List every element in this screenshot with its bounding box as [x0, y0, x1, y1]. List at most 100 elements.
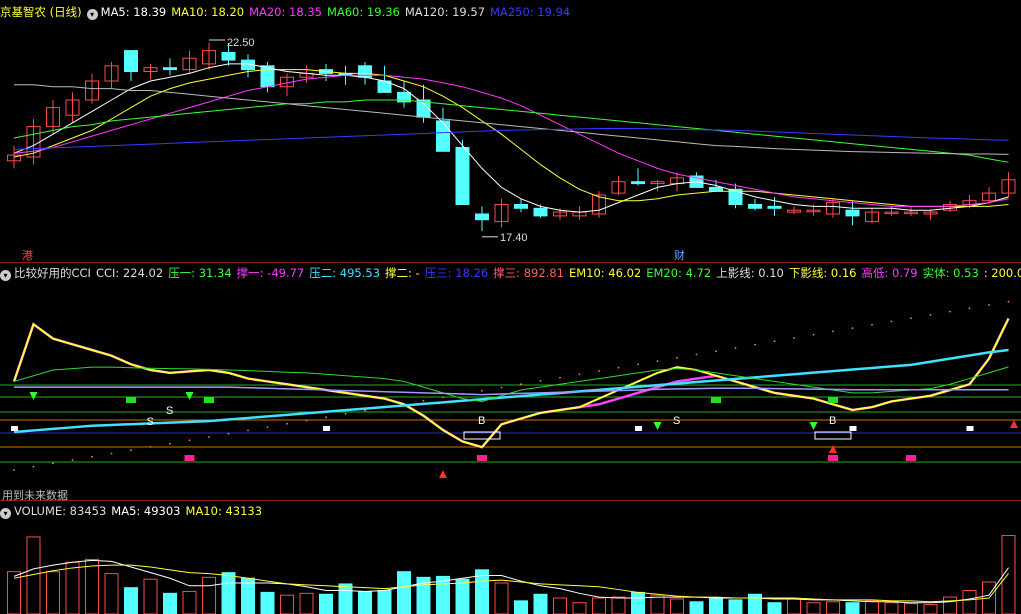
volume-bar-up: [884, 602, 899, 614]
cci-dot: [52, 462, 54, 465]
indicator-label: 撑二: -: [385, 266, 420, 280]
indicator-label: 撑一: -49.77: [236, 266, 305, 280]
volume-bar-down: [533, 593, 548, 614]
volume-bar-down: [631, 591, 645, 614]
sell-signal-block: [204, 397, 214, 403]
volume-bar-down: [845, 602, 860, 614]
volume-bar-up: [143, 578, 158, 614]
cci-dot: [422, 399, 425, 402]
indicator-label: 压三: 18.26: [424, 266, 489, 280]
volume-bar-up: [806, 602, 821, 614]
volume-bar-up: [182, 590, 197, 614]
cci-line-band: [14, 386, 1009, 396]
volume-bar-up: [787, 598, 801, 614]
cci-dot: [71, 459, 74, 461]
volume-bar-up: [923, 604, 938, 614]
volume-bar-down: [241, 577, 255, 614]
cci-dot: [539, 380, 542, 382]
cci-dot: [91, 455, 93, 458]
volume-bar-up: [943, 596, 957, 614]
cci-dot: [754, 343, 756, 346]
cci-dot: [325, 416, 327, 419]
candle-down: [475, 213, 489, 221]
sell-signal-block: [126, 397, 136, 403]
cci-legend: ▾ 比较好用的CCI CCI: 224.02 压一: 31.34 撑一: -49.77 压…: [0, 265, 1021, 281]
volume-bar-down: [221, 572, 236, 614]
cci-dot: [656, 360, 659, 362]
settings-toggle-icon[interactable]: ▾: [0, 270, 11, 281]
stock-title[interactable]: 京基智农 (日线): [0, 5, 82, 19]
low-price-label: 17.40: [500, 232, 528, 244]
indicator-label: MA20: 18.35: [249, 5, 322, 19]
buy-label: B: [478, 415, 485, 427]
cci-dot: [149, 446, 152, 448]
signal-dot: [635, 426, 642, 431]
volume-bar-down: [260, 591, 275, 614]
settings-toggle-icon[interactable]: ▾: [0, 508, 11, 519]
earnings-marker: 财: [674, 248, 685, 262]
volume-bar-up: [202, 576, 216, 614]
volume-bar-up: [553, 597, 567, 614]
volume-legend: ▾ VOLUME: 83453 MA5: 49303 MA10: 43133: [0, 503, 272, 519]
down-arrow-icon: [653, 422, 662, 430]
volume-bar-down: [728, 599, 743, 614]
cci-dot: [32, 465, 35, 468]
cci-line-signal: [13, 318, 1010, 449]
volume-bar-down: [767, 602, 782, 614]
indicator-label: MA250: 19.94: [490, 5, 571, 19]
volume-bar-up: [592, 597, 606, 614]
indicator-label: 高低: 0.79: [861, 266, 918, 280]
volume-bar-down: [358, 590, 372, 614]
chart-stage: 22.5017.40港财 SSB S B: [0, 37, 1021, 614]
volume-bar-down: [514, 600, 528, 614]
cci-panel[interactable]: SSB S B: [0, 300, 1021, 478]
volume-bar-up: [104, 573, 119, 614]
indicator-label: 实体: 0.53: [922, 266, 979, 280]
indicator-label: 压二: 495.53: [309, 266, 381, 280]
ma-line-ma60: [13, 99, 1009, 163]
settings-toggle-icon[interactable]: ▾: [86, 9, 98, 20]
signal-dot: [966, 426, 974, 431]
cci-dot: [1007, 300, 1010, 303]
cci-dot: [598, 370, 600, 372]
cci-dot: [910, 317, 912, 320]
volume-panel[interactable]: [7, 535, 1016, 614]
volume-bar-up: [494, 582, 509, 614]
indicator-label: 撑三: 892.81: [493, 266, 564, 280]
up-arrow-icon: [439, 470, 447, 478]
signal-dot: [11, 426, 18, 431]
cci-dot: [110, 452, 113, 455]
candle-down: [514, 204, 528, 209]
volume-bar-up: [85, 558, 99, 614]
panel-separator: [0, 262, 1021, 263]
cci-dot: [520, 383, 522, 386]
cci-dot: [169, 442, 171, 445]
ma-line-ma250: [13, 128, 1009, 150]
cci-dot: [247, 429, 249, 432]
cci-dot: [13, 469, 15, 471]
cci-dot: [559, 376, 561, 379]
indicator-label: MA120: 19.57: [404, 5, 486, 19]
sell-signal-block: [828, 397, 838, 403]
cci-dot: [773, 340, 776, 343]
candle-down: [163, 67, 177, 71]
indicator-label: MA60: 19.36: [326, 5, 400, 19]
cci-dot: [188, 439, 191, 442]
volume-bar-up: [865, 600, 879, 614]
candle-down: [631, 181, 645, 185]
indicator-label: MA5: 49303: [111, 504, 181, 518]
down-arrow-icon: [809, 422, 818, 430]
volume-bar-down: [709, 597, 723, 614]
signal-dot: [323, 426, 330, 431]
cci-dot: [871, 323, 873, 326]
price-panel[interactable]: 22.50 17.40 港 财: [7, 37, 1016, 262]
cci-dot: [130, 449, 132, 452]
volume-bar-down: [319, 593, 333, 614]
indicator-label: MA5: 18.39: [100, 5, 167, 19]
cci-dot: [715, 350, 717, 353]
candle-down: [221, 52, 236, 61]
sell-label: S: [147, 416, 154, 428]
candle-down: [124, 50, 138, 72]
cci-dot: [949, 310, 951, 313]
ma-line-ma20: [13, 74, 1009, 207]
